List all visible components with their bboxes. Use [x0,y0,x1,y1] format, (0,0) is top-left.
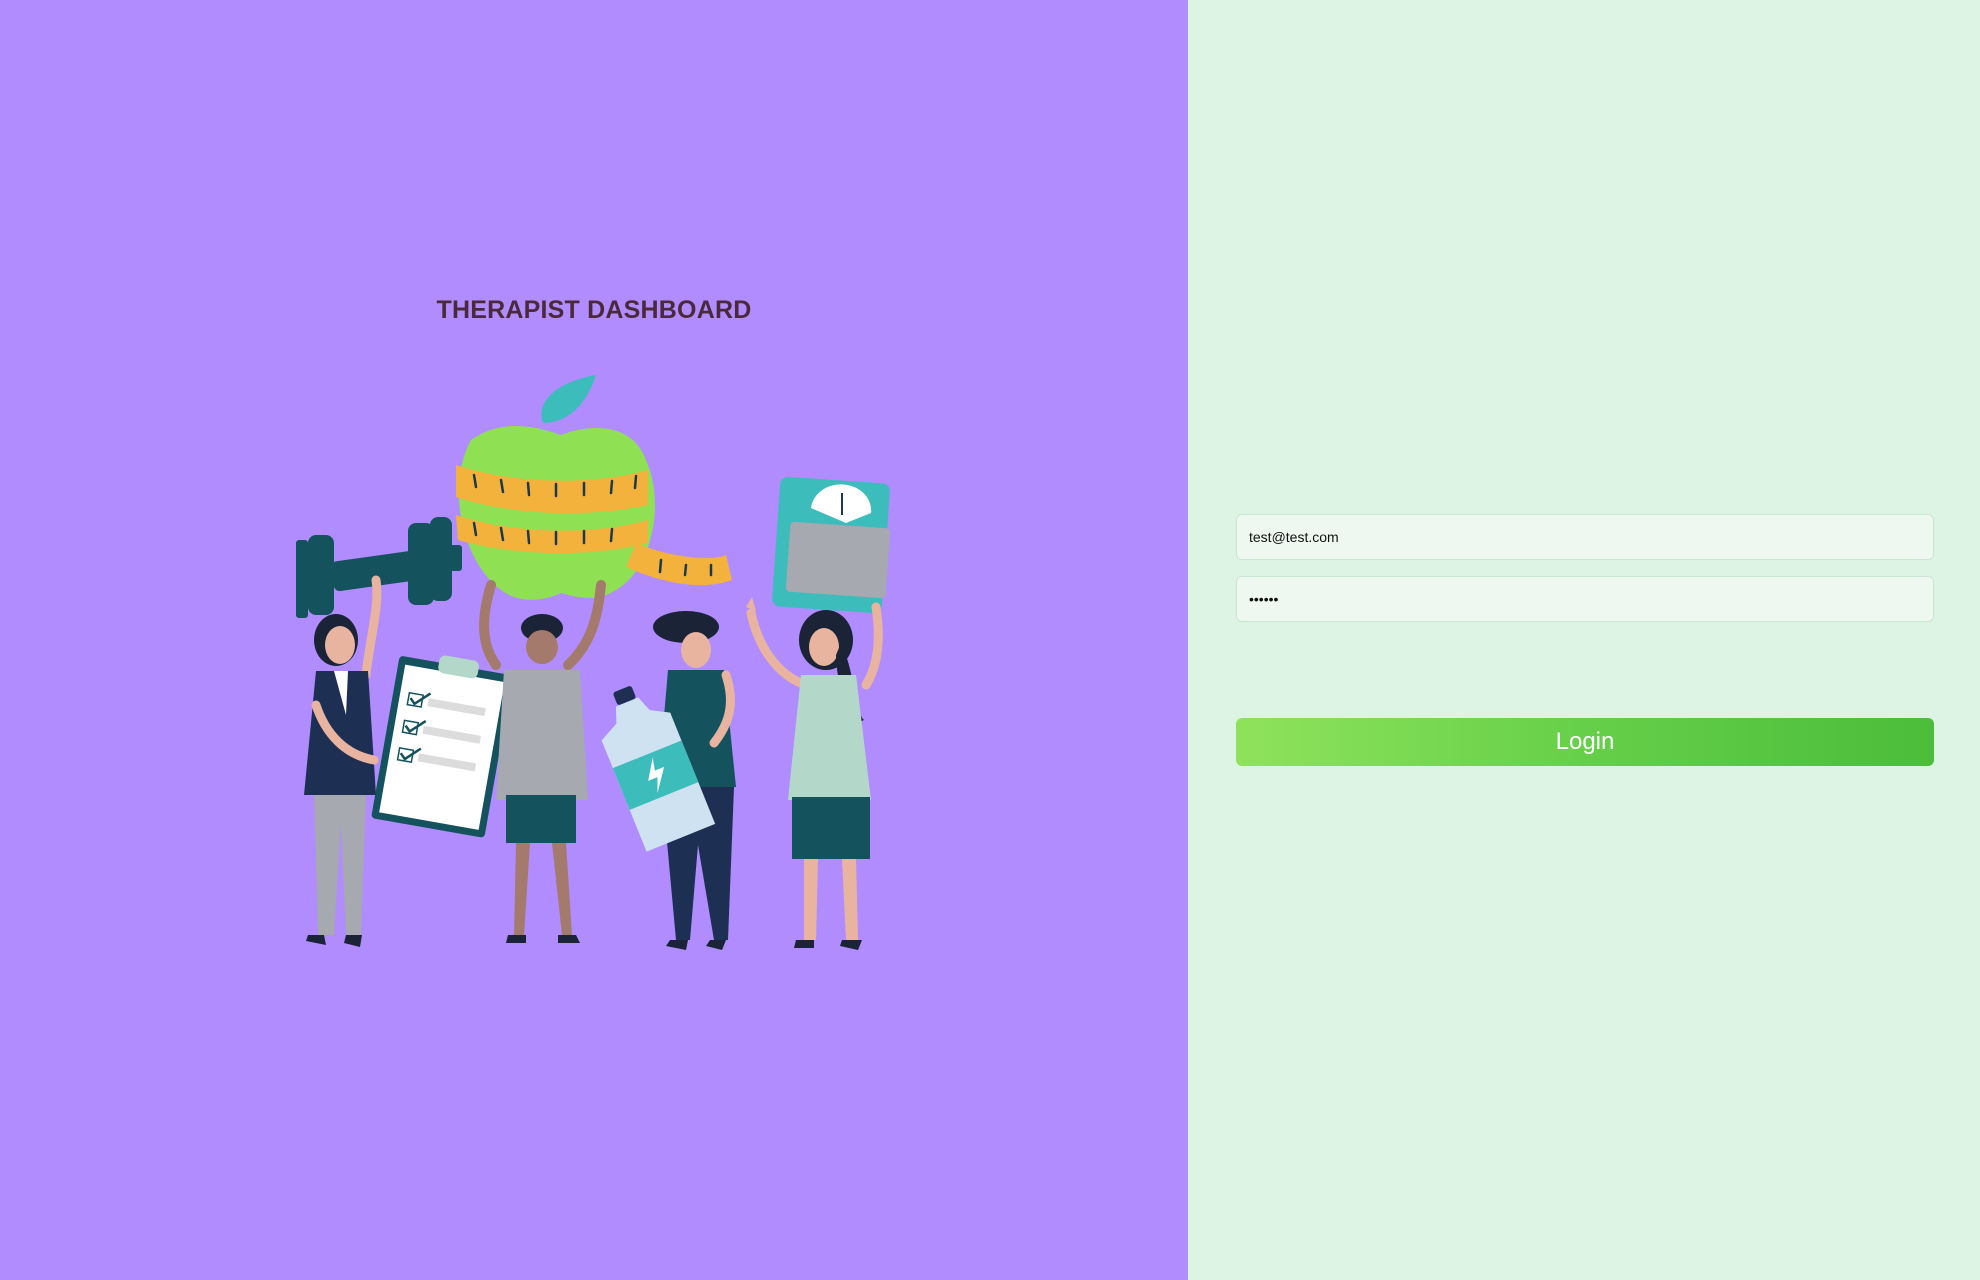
password-input[interactable] [1236,576,1934,622]
hero-panel: THERAPIST DASHBOARD [0,0,1188,1280]
login-form: Login [1236,514,1934,766]
login-button[interactable]: Login [1236,718,1934,766]
fitness-group-illustration [296,375,891,950]
person-apple [479,580,606,943]
page-title: THERAPIST DASHBOARD [436,296,752,324]
apple-icon [456,375,732,600]
login-panel: Login [1188,0,1980,1280]
person-scale [746,597,883,950]
person-bottle [601,611,736,950]
scale-icon [772,476,891,614]
email-input[interactable] [1236,514,1934,560]
